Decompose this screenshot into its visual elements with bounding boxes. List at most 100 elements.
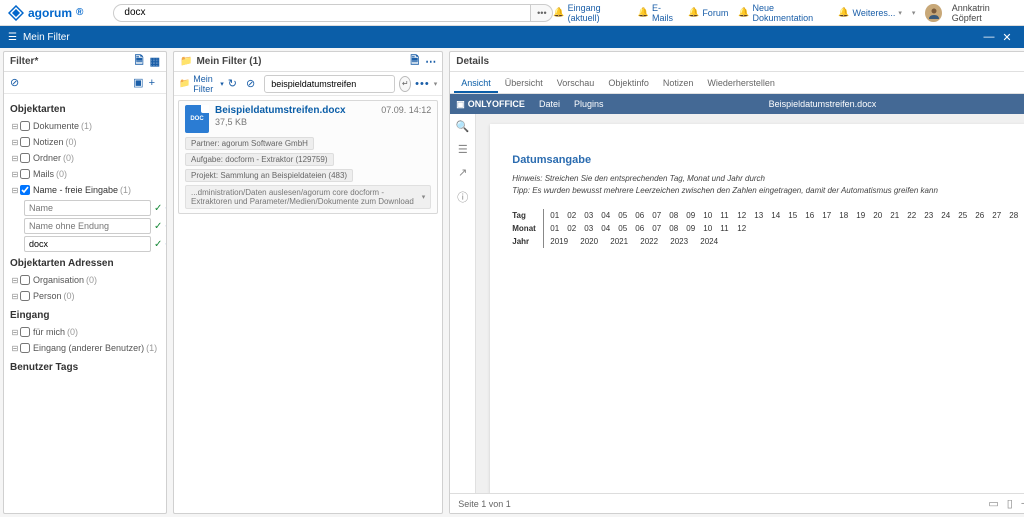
expand-icon[interactable]: ⊟ — [10, 276, 20, 285]
toplink-docs[interactable]: 🔔Neue Dokumentation — [738, 3, 828, 23]
tag[interactable]: Projekt: Sammlung an Beispieldateien (48… — [185, 169, 353, 182]
apply-icon[interactable]: ✓ — [154, 203, 162, 214]
filter-item[interactable]: ⊟für mich (0) — [10, 324, 160, 340]
search-icon[interactable]: 🔍 — [456, 120, 470, 133]
toplink-dropdown[interactable]: ▾ — [912, 9, 916, 17]
filter-checkbox[interactable] — [20, 137, 30, 147]
doc-row: Tag0102030405060708091011121314151617181… — [512, 209, 1024, 222]
filter-checkbox[interactable] — [20, 343, 30, 353]
filter-checkbox[interactable] — [20, 291, 30, 301]
filter-item[interactable]: ⊟Ordner (0) — [10, 150, 160, 166]
apply-icon[interactable]: ✓ — [154, 221, 162, 232]
add-icon[interactable]: + — [165, 219, 166, 233]
plus-icon[interactable]: + — [149, 77, 155, 89]
filter-checkbox[interactable] — [20, 121, 30, 131]
doc-row-cells: 010203040506070809101112 — [544, 222, 750, 235]
name-input[interactable] — [24, 200, 151, 216]
brand-logo[interactable]: agorum® — [8, 5, 83, 21]
fit-page-icon[interactable]: ▯ — [1007, 497, 1013, 510]
name-input[interactable] — [24, 218, 151, 234]
tag[interactable]: Partner: agorum Software GmbH — [185, 137, 314, 150]
section-adressen: Objektarten Adressen — [10, 258, 160, 269]
expand-icon[interactable]: ⊟ — [10, 186, 20, 195]
expand-icon[interactable]: ⊟ — [10, 328, 20, 337]
reset-icon[interactable]: ⊘ — [246, 77, 255, 90]
comments-icon[interactable]: ☰ — [458, 143, 468, 156]
doc-cell: 28 — [1009, 211, 1022, 220]
oo-menu-plugins[interactable]: Plugins — [574, 99, 604, 109]
fit-width-icon[interactable]: ▭ — [988, 497, 998, 510]
filter-checkbox[interactable] — [20, 153, 30, 163]
filter-checkbox[interactable] — [20, 169, 30, 179]
filter-item[interactable]: ⊟Name - freie Eingabe (1) — [10, 182, 160, 198]
expand-icon[interactable]: ⊟ — [10, 292, 20, 301]
add-icon[interactable]: + — [165, 201, 166, 215]
detail-tab[interactable]: Vorschau — [550, 74, 602, 93]
detail-tab[interactable]: Ansicht — [454, 74, 498, 93]
name-input-row: ✓+ — [24, 218, 160, 234]
detail-tab[interactable]: Notizen — [656, 74, 701, 93]
toplink-more[interactable]: 🔔Weiteres...▾ — [838, 7, 902, 18]
filter-item[interactable]: ⊟Eingang (anderer Benutzer) (1) — [10, 340, 160, 356]
dots-icon[interactable]: ⋯ — [425, 55, 436, 68]
toplink-forum[interactable]: 🔔Forum — [688, 7, 728, 18]
reset-icon[interactable]: ⊘ — [10, 76, 19, 89]
toplink-emails[interactable]: 🔔E-Mails — [638, 3, 678, 23]
global-search-input[interactable] — [113, 4, 531, 22]
info-icon[interactable]: ⓘ — [457, 189, 468, 205]
filter-item[interactable]: ⊟Mails (0) — [10, 166, 160, 182]
window-minimize[interactable]: — — [980, 31, 998, 43]
oo-menu-file[interactable]: Datei — [539, 99, 560, 109]
filter-label: Dokumente — [33, 121, 79, 131]
result-path[interactable]: ...dministration/Daten auslesen/agorum c… — [185, 185, 431, 209]
global-search-more[interactable]: ••• — [531, 4, 553, 22]
result-item[interactable]: DOC Beispieldatumstreifen.docx 37,5 KB 0… — [178, 100, 438, 214]
toplink-eingang[interactable]: 🔔Eingang (aktuell) — [553, 3, 627, 23]
breadcrumb[interactable]: 📁 Mein Filter ▾ — [179, 74, 224, 94]
sheet-icon[interactable]: 🗎 — [410, 52, 419, 71]
filter-checkbox[interactable] — [20, 275, 30, 285]
filter-checkbox[interactable] — [20, 327, 30, 337]
results-search-input[interactable] — [264, 75, 395, 93]
document-canvas[interactable]: Datumsangabe Hinweis: Streichen Sie den … — [476, 114, 1024, 493]
filter-checkbox[interactable] — [20, 185, 30, 195]
detail-tab[interactable]: Übersicht — [498, 74, 550, 93]
doc-cell: 02 — [567, 224, 580, 233]
expand-icon[interactable]: ⊟ — [10, 138, 20, 147]
window-close[interactable]: ✕ — [998, 31, 1016, 44]
filter-item[interactable]: ⊟Dokumente (1) — [10, 118, 160, 134]
grid-icon[interactable]: ▦ — [150, 55, 160, 68]
doc-cell: 27 — [992, 211, 1005, 220]
expand-icon[interactable]: ⊟ — [10, 122, 20, 131]
tag[interactable]: Aufgabe: docform - Extraktor (129759) — [185, 153, 334, 166]
search-go-button[interactable]: ↵ — [399, 76, 411, 92]
detail-tab[interactable]: Objektinfo — [601, 74, 656, 93]
detail-tab[interactable]: Wiederherstellen — [700, 74, 782, 93]
results-more-icon[interactable]: ••• — [415, 78, 430, 90]
filter-item[interactable]: ⊟Notizen (0) — [10, 134, 160, 150]
doc-cell: 2024 — [700, 237, 726, 246]
nav-icon[interactable]: ↗ — [458, 166, 467, 179]
results-panel: 📁 Mein Filter (1) 🗎 ⋯ 📁 Mein Filter ▾ ↻ … — [173, 51, 443, 514]
chevron-down-icon[interactable]: ▾ — [434, 80, 438, 88]
apply-icon[interactable]: ✓ — [154, 239, 162, 250]
expand-icon[interactable]: ⊟ — [10, 154, 20, 163]
bell-icon: 🔔 — [738, 7, 749, 18]
add-icon[interactable]: + — [165, 237, 166, 251]
doc-row-label: Monat — [512, 222, 544, 235]
expand-icon[interactable]: ⊟ — [10, 170, 20, 179]
chevron-down-icon: ▾ — [220, 80, 224, 88]
chevron-down-icon: ▾ — [912, 9, 916, 17]
name-input-row: ✓+ — [24, 236, 160, 252]
result-name[interactable]: Beispieldatumstreifen.docx — [215, 105, 375, 116]
expand-icon[interactable]: ⊟ — [10, 344, 20, 353]
refresh-icon[interactable]: ↻ — [228, 77, 237, 90]
filter-item[interactable]: ⊟Organisation (0) — [10, 272, 160, 288]
name-input[interactable] — [24, 236, 151, 252]
user-avatar[interactable] — [925, 4, 941, 22]
user-name[interactable]: Annkatrin Göpfert — [952, 3, 1016, 23]
layout-icon[interactable]: ▣ — [133, 76, 143, 89]
onlyoffice-bar: ▣ ONLYOFFICE Datei Plugins Beispieldatum… — [450, 94, 1024, 114]
filter-item[interactable]: ⊟Person (0) — [10, 288, 160, 304]
doc-icon[interactable]: 🗎 — [135, 52, 144, 71]
